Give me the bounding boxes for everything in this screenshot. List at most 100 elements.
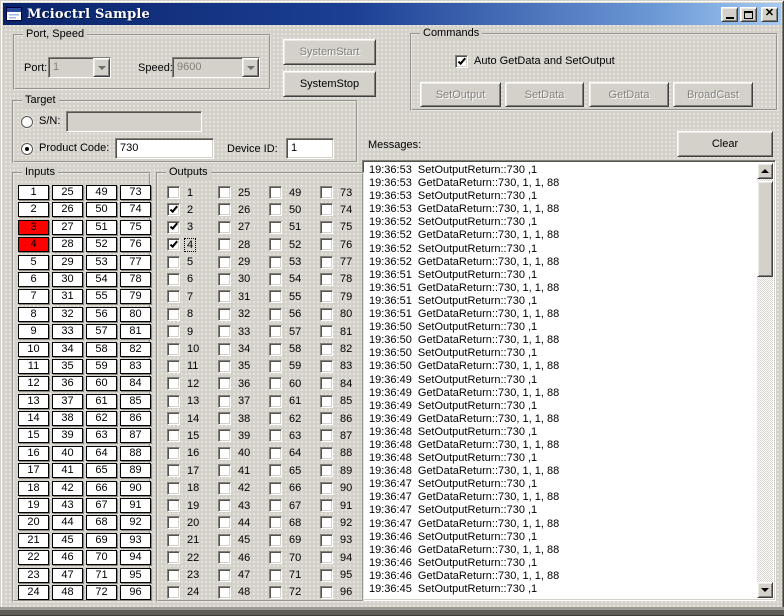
input-cell-6[interactable]: 6 bbox=[18, 272, 49, 287]
output-checkbox-44[interactable] bbox=[218, 516, 231, 529]
output-checkbox-3[interactable] bbox=[167, 221, 180, 234]
message-line[interactable]: 19:36:50 SetOutputReturn::730 ,1 bbox=[369, 321, 757, 334]
message-line[interactable]: 19:36:48 GetDataReturn::730, 1, 1, 88 bbox=[369, 465, 757, 478]
input-cell-35[interactable]: 35 bbox=[52, 359, 83, 374]
input-cell-65[interactable]: 65 bbox=[86, 463, 117, 478]
output-checkbox-24[interactable] bbox=[167, 586, 180, 599]
output-checkbox-38[interactable] bbox=[218, 412, 231, 425]
output-checkbox-43[interactable] bbox=[218, 499, 231, 512]
input-cell-13[interactable]: 13 bbox=[18, 394, 49, 409]
output-checkbox-35[interactable] bbox=[218, 360, 231, 373]
message-line[interactable]: 19:36:50 GetDataReturn::730, 1, 1, 88 bbox=[369, 360, 757, 373]
output-checkbox-53[interactable] bbox=[269, 256, 282, 269]
output-checkbox-32[interactable] bbox=[218, 308, 231, 321]
input-cell-90[interactable]: 90 bbox=[120, 481, 151, 496]
input-cell-87[interactable]: 87 bbox=[120, 428, 151, 443]
output-checkbox-92[interactable] bbox=[320, 516, 333, 529]
input-cell-49[interactable]: 49 bbox=[86, 185, 117, 200]
output-checkbox-2[interactable] bbox=[167, 203, 180, 216]
output-checkbox-49[interactable] bbox=[269, 186, 282, 199]
output-checkbox-9[interactable] bbox=[167, 325, 180, 338]
clear-button[interactable]: Clear bbox=[677, 131, 773, 157]
input-cell-14[interactable]: 14 bbox=[18, 411, 49, 426]
message-line[interactable]: 19:36:52 SetOutputReturn::730 ,1 bbox=[369, 216, 757, 229]
input-cell-72[interactable]: 72 bbox=[86, 585, 117, 600]
minimize-button[interactable] bbox=[721, 7, 738, 22]
output-checkbox-6[interactable] bbox=[167, 273, 180, 286]
output-checkbox-51[interactable] bbox=[269, 221, 282, 234]
output-checkbox-28[interactable] bbox=[218, 238, 231, 251]
input-cell-69[interactable]: 69 bbox=[86, 533, 117, 548]
input-cell-68[interactable]: 68 bbox=[86, 515, 117, 530]
output-checkbox-34[interactable] bbox=[218, 343, 231, 356]
input-cell-89[interactable]: 89 bbox=[120, 463, 151, 478]
input-cell-28[interactable]: 28 bbox=[52, 237, 83, 252]
input-cell-71[interactable]: 71 bbox=[86, 568, 117, 583]
input-cell-75[interactable]: 75 bbox=[120, 220, 151, 235]
output-checkbox-62[interactable] bbox=[269, 412, 282, 425]
output-checkbox-12[interactable] bbox=[167, 377, 180, 390]
input-cell-48[interactable]: 48 bbox=[52, 585, 83, 600]
output-checkbox-30[interactable] bbox=[218, 273, 231, 286]
message-line[interactable]: 19:36:52 GetDataReturn::730, 1, 1, 88 bbox=[369, 229, 757, 242]
output-checkbox-42[interactable] bbox=[218, 482, 231, 495]
input-cell-12[interactable]: 12 bbox=[18, 376, 49, 391]
scroll-up-button[interactable] bbox=[757, 163, 773, 179]
output-checkbox-11[interactable] bbox=[167, 360, 180, 373]
message-line[interactable]: 19:36:51 SetOutputReturn::730 ,1 bbox=[369, 269, 757, 282]
input-cell-10[interactable]: 10 bbox=[18, 342, 49, 357]
input-cell-84[interactable]: 84 bbox=[120, 376, 151, 391]
input-cell-61[interactable]: 61 bbox=[86, 394, 117, 409]
input-cell-19[interactable]: 19 bbox=[18, 498, 49, 513]
output-checkbox-33[interactable] bbox=[218, 325, 231, 338]
output-checkbox-50[interactable] bbox=[269, 203, 282, 216]
input-cell-15[interactable]: 15 bbox=[18, 428, 49, 443]
output-checkbox-27[interactable] bbox=[218, 221, 231, 234]
input-cell-51[interactable]: 51 bbox=[86, 220, 117, 235]
input-cell-27[interactable]: 27 bbox=[52, 220, 83, 235]
input-cell-45[interactable]: 45 bbox=[52, 533, 83, 548]
input-cell-24[interactable]: 24 bbox=[18, 585, 49, 600]
output-checkbox-46[interactable] bbox=[218, 551, 231, 564]
input-cell-70[interactable]: 70 bbox=[86, 550, 117, 565]
sn-radio[interactable] bbox=[21, 116, 33, 128]
message-line[interactable]: 19:36:51 SetOutputReturn::730 ,1 bbox=[369, 295, 757, 308]
input-cell-23[interactable]: 23 bbox=[18, 568, 49, 583]
output-checkbox-37[interactable] bbox=[218, 395, 231, 408]
input-cell-64[interactable]: 64 bbox=[86, 446, 117, 461]
scrollbar-thumb[interactable] bbox=[757, 181, 773, 277]
output-checkbox-56[interactable] bbox=[269, 308, 282, 321]
message-line[interactable]: 19:36:46 SetOutputReturn::730 ,1 bbox=[369, 531, 757, 544]
input-cell-78[interactable]: 78 bbox=[120, 272, 151, 287]
output-checkbox-14[interactable] bbox=[167, 412, 180, 425]
input-cell-2[interactable]: 2 bbox=[18, 202, 49, 217]
input-cell-77[interactable]: 77 bbox=[120, 255, 151, 270]
output-checkbox-74[interactable] bbox=[320, 203, 333, 216]
output-checkbox-47[interactable] bbox=[218, 569, 231, 582]
input-cell-57[interactable]: 57 bbox=[86, 324, 117, 339]
output-checkbox-94[interactable] bbox=[320, 551, 333, 564]
output-checkbox-18[interactable] bbox=[167, 482, 180, 495]
input-cell-21[interactable]: 21 bbox=[18, 533, 49, 548]
input-cell-74[interactable]: 74 bbox=[120, 202, 151, 217]
output-checkbox-80[interactable] bbox=[320, 308, 333, 321]
output-checkbox-10[interactable] bbox=[167, 343, 180, 356]
message-line[interactable]: 19:36:50 GetDataReturn::730, 1, 1, 88 bbox=[369, 334, 757, 347]
input-cell-55[interactable]: 55 bbox=[86, 289, 117, 304]
device-id-field[interactable]: 1 bbox=[286, 138, 334, 159]
input-cell-88[interactable]: 88 bbox=[120, 446, 151, 461]
input-cell-36[interactable]: 36 bbox=[52, 376, 83, 391]
input-cell-30[interactable]: 30 bbox=[52, 272, 83, 287]
output-checkbox-65[interactable] bbox=[269, 464, 282, 477]
input-cell-25[interactable]: 25 bbox=[52, 185, 83, 200]
output-checkbox-61[interactable] bbox=[269, 395, 282, 408]
message-line[interactable]: 19:36:52 SetOutputReturn::730 ,1 bbox=[369, 243, 757, 256]
setdata-button[interactable]: SetData bbox=[505, 82, 584, 107]
input-cell-81[interactable]: 81 bbox=[120, 324, 151, 339]
output-checkbox-52[interactable] bbox=[269, 238, 282, 251]
speed-combobox[interactable]: 9600 bbox=[172, 57, 260, 78]
output-checkbox-17[interactable] bbox=[167, 464, 180, 477]
port-combobox[interactable]: 1 bbox=[48, 57, 111, 78]
input-cell-26[interactable]: 26 bbox=[52, 202, 83, 217]
output-checkbox-23[interactable] bbox=[167, 569, 180, 582]
